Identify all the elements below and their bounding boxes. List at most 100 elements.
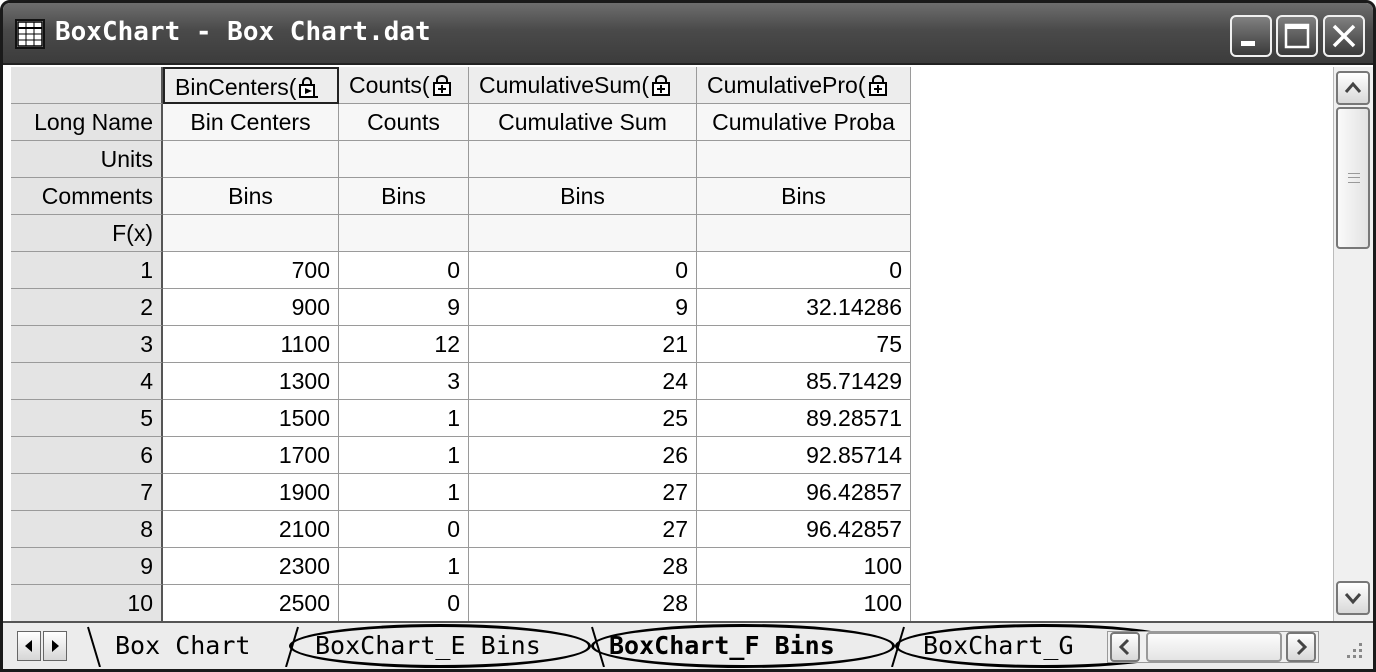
row-number[interactable]: 2 [11,289,163,326]
data-cell[interactable]: 85.71429 [697,363,911,400]
meta-cell[interactable] [697,141,911,178]
data-cell[interactable]: 1100 [163,326,339,363]
vertical-scrollbar[interactable] [1333,67,1373,621]
data-cell[interactable]: 27 [469,474,697,511]
horizontal-scroll-thumb[interactable] [1146,632,1282,662]
data-cell[interactable]: 27 [469,511,697,548]
data-cell[interactable]: 1 [339,400,469,437]
data-cell[interactable]: 9 [469,289,697,326]
row-number[interactable]: 1 [11,252,163,289]
data-cell[interactable]: 12 [339,326,469,363]
row-header-label[interactable]: Long Name [11,104,163,141]
data-cell[interactable]: 100 [697,548,911,585]
data-cell[interactable]: 9 [339,289,469,326]
meta-cell[interactable] [469,215,697,252]
data-cell[interactable]: 2100 [163,511,339,548]
tab-boxchart-f-bins[interactable]: BoxChart_F Bins [591,623,891,669]
column-header-cumulativeprob[interactable]: CumulativePro( [697,67,911,104]
data-cell[interactable]: 1 [339,437,469,474]
row-number[interactable]: 5 [11,400,163,437]
meta-cell[interactable] [697,215,911,252]
data-cell[interactable]: 0 [339,252,469,289]
data-cell[interactable]: 28 [469,548,697,585]
data-cell[interactable]: 1 [339,474,469,511]
close-button[interactable] [1323,15,1365,57]
data-cell[interactable]: 2500 [163,585,339,621]
column-header-cumulativesum[interactable]: CumulativeSum( [469,67,697,104]
meta-cell[interactable] [163,215,339,252]
data-cell[interactable]: 2300 [163,548,339,585]
tab-box-chart[interactable]: Box Chart [87,623,287,669]
data-cell[interactable]: 0 [697,252,911,289]
row-header-label[interactable]: Comments [11,178,163,215]
resize-grip-icon[interactable] [1333,629,1367,665]
row-number[interactable]: 6 [11,437,163,474]
tab-boxchart-e-bins[interactable]: BoxChart_E Bins [285,623,591,669]
minimize-icon [1241,41,1255,46]
tab-prev-button[interactable] [17,631,41,661]
row-number[interactable]: 7 [11,474,163,511]
corner-cell[interactable] [11,67,163,104]
data-cell[interactable]: 0 [339,585,469,621]
data-cell[interactable]: 1300 [163,363,339,400]
tab-next-button[interactable] [43,631,67,661]
meta-cell[interactable]: Bins [697,178,911,215]
data-cell[interactable]: 26 [469,437,697,474]
data-cell[interactable]: 100 [697,585,911,621]
data-cell[interactable]: 75 [697,326,911,363]
scroll-thumb[interactable] [1336,107,1370,249]
data-cell[interactable]: 1700 [163,437,339,474]
scroll-right-button[interactable] [1286,632,1316,662]
row-header-label[interactable]: Units [11,141,163,178]
meta-cell[interactable]: Counts [339,104,469,141]
data-cell[interactable]: 3 [339,363,469,400]
row-number[interactable]: 3 [11,326,163,363]
worksheet-grid[interactable]: BinCenters( Counts( CumulativeSum( Cumul… [11,67,1333,621]
data-cell[interactable]: 25 [469,400,697,437]
data-cell[interactable]: 1900 [163,474,339,511]
row-number[interactable]: 8 [11,511,163,548]
row-number[interactable]: 9 [11,548,163,585]
data-cell[interactable]: 900 [163,289,339,326]
meta-cell[interactable]: Bins [339,178,469,215]
row-header-label[interactable]: F(x) [11,215,163,252]
data-cell[interactable]: 24 [469,363,697,400]
column-header-bincenters[interactable]: BinCenters( [163,67,339,104]
data-cell[interactable]: 96.42857 [697,474,911,511]
horizontal-scrollbar[interactable] [1107,631,1319,663]
meta-cell[interactable] [339,215,469,252]
meta-cell[interactable]: Bins [469,178,697,215]
data-cell[interactable]: 92.85714 [697,437,911,474]
scroll-up-button[interactable] [1336,71,1370,105]
column-header-label: CumulativeSum( [479,72,649,98]
meta-cell[interactable]: Cumulative Sum [469,104,697,141]
meta-cell[interactable]: Bins [163,178,339,215]
column-header-label: BinCenters( [175,74,297,100]
meta-cell[interactable]: Bin Centers [163,104,339,141]
data-cell[interactable]: 700 [163,252,339,289]
meta-cell[interactable] [339,141,469,178]
data-cell[interactable]: 0 [469,252,697,289]
data-cell[interactable]: 1 [339,548,469,585]
data-cell[interactable]: 1500 [163,400,339,437]
scroll-left-button[interactable] [1110,632,1140,662]
data-cell[interactable]: 0 [339,511,469,548]
lock-plus-icon [652,75,670,96]
scroll-down-button[interactable] [1336,581,1370,615]
data-cell[interactable]: 21 [469,326,697,363]
data-cell[interactable]: 32.14286 [697,289,911,326]
meta-cell[interactable] [163,141,339,178]
row-number[interactable]: 4 [11,363,163,400]
minimize-button[interactable] [1230,15,1272,57]
title-bar[interactable]: BoxChart - Box Chart.dat [3,3,1373,65]
maximize-button[interactable] [1276,15,1318,57]
row-number[interactable]: 10 [11,585,163,621]
tab-boxchart-g[interactable]: BoxChart_G [891,623,1101,669]
data-cell[interactable]: 96.42857 [697,511,911,548]
column-header-counts[interactable]: Counts( [339,67,469,104]
data-cell[interactable]: 89.28571 [697,400,911,437]
comments-row: Comments Bins Bins Bins Bins [11,178,911,215]
meta-cell[interactable] [469,141,697,178]
meta-cell[interactable]: Cumulative Proba [697,104,911,141]
data-cell[interactable]: 28 [469,585,697,621]
